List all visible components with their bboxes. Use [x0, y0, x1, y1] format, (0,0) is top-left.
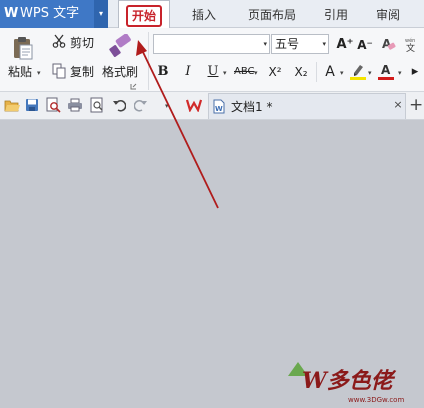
superscript-button[interactable]: X²: [266, 63, 284, 81]
menu-tab-bar: W WPS 文字 ▾ 开始 插入 页面布局 引用 审阅: [0, 0, 424, 28]
font-color-dropdown-icon[interactable]: ▾: [398, 69, 402, 77]
document-icon: W: [213, 99, 225, 114]
font-color-icon[interactable]: A: [378, 62, 394, 80]
app-title: WPS 文字: [20, 6, 80, 21]
italic-button[interactable]: I: [182, 63, 194, 81]
tab-insert[interactable]: 插入: [183, 0, 225, 28]
redo-icon[interactable]: [134, 98, 148, 112]
paste-button-label[interactable]: 粘贴: [8, 65, 32, 79]
tab-home-label: 开始: [125, 5, 162, 27]
strikethrough-button[interactable]: ABC: [234, 63, 255, 81]
chevron-down-icon[interactable]: ▾: [322, 40, 326, 48]
copy-button-label[interactable]: 复制: [70, 65, 94, 79]
font-size-combobox[interactable]: 五号 ▾: [271, 34, 329, 54]
format-painter-label[interactable]: 格式刷: [102, 65, 138, 79]
watermark-url: www.3DGw.com: [348, 396, 405, 404]
document-preview-icon[interactable]: [90, 97, 104, 113]
cut-button-label[interactable]: 剪切: [70, 36, 94, 50]
font-name-combobox[interactable]: ▾: [153, 34, 270, 54]
font-size-value: 五号: [275, 37, 300, 51]
phonetic-guide-icon[interactable]: wén 文: [404, 36, 420, 52]
svg-text:A: A: [381, 63, 391, 77]
print-icon[interactable]: [67, 98, 83, 112]
clear-format-icon[interactable]: A: [382, 36, 396, 52]
ribbon-divider: [316, 62, 317, 82]
document-workspace: W多色佬 www.3DGw.com: [0, 120, 424, 408]
svg-text:文: 文: [406, 42, 415, 52]
highlight-icon[interactable]: [350, 62, 366, 80]
underline-button[interactable]: U: [206, 63, 220, 81]
print-preview-icon[interactable]: [45, 97, 61, 113]
new-tab-button[interactable]: +: [409, 96, 423, 114]
svg-text:wén: wén: [405, 37, 415, 44]
dialog-launcher-icon[interactable]: [130, 83, 137, 90]
app-menu-button[interactable]: W WPS 文字 ▾: [0, 0, 108, 28]
open-folder-icon[interactable]: [4, 98, 20, 112]
tab-review[interactable]: 审阅: [368, 0, 408, 28]
tab-references[interactable]: 引用: [316, 0, 356, 28]
paste-icon[interactable]: [12, 36, 34, 60]
app-menu-dropdown-icon[interactable]: ▾: [94, 0, 108, 28]
save-icon[interactable]: [25, 98, 39, 112]
wps-w-logo-icon: W: [4, 6, 19, 21]
grow-font-button[interactable]: A⁺: [336, 36, 354, 54]
tab-home[interactable]: 开始: [118, 0, 170, 28]
shrink-font-button[interactable]: A⁻: [356, 36, 374, 54]
quick-access-toolbar: ▾ W 文档1 * × +: [0, 92, 424, 120]
tab-page-layout[interactable]: 页面布局: [240, 0, 304, 28]
format-painter-icon[interactable]: [108, 34, 134, 58]
customize-toolbar-dropdown-icon[interactable]: ▾: [165, 102, 169, 110]
wps-logo-icon[interactable]: [186, 98, 202, 112]
watermark-text: W多色佬: [302, 368, 393, 394]
bold-button[interactable]: B: [156, 63, 170, 81]
ribbon-home: 粘贴 ▾ 剪切 复制 格式刷 ▾ 五号 ▾ A⁺ A⁻ A wén 文 B I: [0, 28, 424, 92]
close-icon[interactable]: ×: [392, 98, 404, 112]
underline-dropdown-icon[interactable]: ▾: [223, 69, 227, 77]
document-tab-title: 文档1 *: [231, 100, 273, 114]
strikethrough-dropdown-icon[interactable]: ▾: [254, 69, 258, 77]
subscript-button[interactable]: X₂: [292, 63, 310, 81]
text-effect-button[interactable]: A: [322, 63, 338, 81]
highlight-dropdown-icon[interactable]: ▾: [368, 69, 372, 77]
site-watermark: W多色佬 www.3DGw.com: [282, 358, 424, 408]
document-tab[interactable]: W 文档1 * ×: [208, 93, 406, 119]
text-effect-dropdown-icon[interactable]: ▾: [340, 69, 344, 77]
svg-text:W: W: [215, 105, 223, 113]
ribbon-divider: [148, 32, 149, 90]
chevron-down-icon[interactable]: ▾: [263, 40, 267, 48]
copy-icon[interactable]: [52, 63, 66, 79]
paste-dropdown-icon[interactable]: ▾: [37, 69, 41, 77]
undo-icon[interactable]: [112, 98, 126, 112]
ribbon-more-button[interactable]: ▸: [408, 63, 422, 81]
scissors-icon[interactable]: [52, 34, 66, 48]
